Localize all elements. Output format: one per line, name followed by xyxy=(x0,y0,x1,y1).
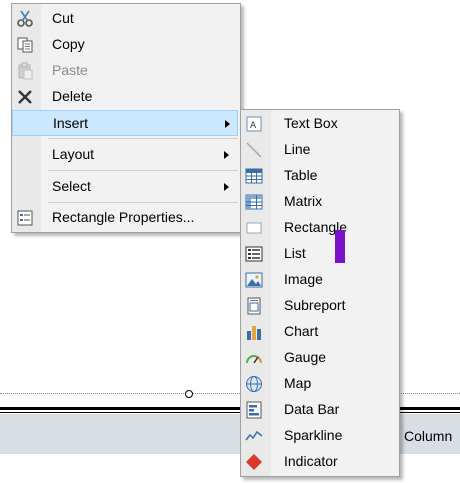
submenu-item-map[interactable]: Map xyxy=(241,371,397,397)
databar-icon xyxy=(243,399,265,421)
line-icon xyxy=(243,139,265,161)
menu-separator xyxy=(48,170,238,171)
menu-item-label: Indicator xyxy=(284,453,338,469)
submenu-item-text-box[interactable]: A Text Box xyxy=(241,111,397,137)
menu-item-label: Copy xyxy=(52,36,85,52)
menu-separator xyxy=(48,138,238,139)
submenu-item-sparkline[interactable]: Sparkline xyxy=(241,423,397,449)
submenu-item-gauge[interactable]: Gauge xyxy=(241,345,397,371)
menu-item-label: Table xyxy=(284,167,318,183)
matrix-icon xyxy=(243,191,265,213)
menu-item-label: Layout xyxy=(52,146,95,162)
list-icon xyxy=(243,243,265,265)
submenu-item-image[interactable]: Image xyxy=(241,267,397,293)
submenu-arrow-icon xyxy=(224,151,229,159)
menu-item-label: Image xyxy=(284,271,323,287)
selection-handle[interactable] xyxy=(185,390,193,398)
menu-item-label: Sparkline xyxy=(284,427,343,443)
menu-item-label: Data Bar xyxy=(284,401,340,417)
menu-item-label: Delete xyxy=(52,88,93,104)
properties-icon xyxy=(14,207,36,229)
menu-item-label: Subreport xyxy=(284,297,346,313)
menu-item-delete[interactable]: Delete xyxy=(12,84,238,110)
submenu-item-rectangle[interactable]: Rectangle xyxy=(241,215,397,241)
delete-icon xyxy=(14,86,36,108)
menu-separator xyxy=(48,202,238,203)
menu-item-label: Rectangle Properties... xyxy=(52,209,195,225)
menu-item-label: Chart xyxy=(284,323,319,339)
table-icon xyxy=(243,165,265,187)
menu-item-label: Select xyxy=(52,178,91,194)
chart-icon xyxy=(243,321,265,343)
context-menu: Cut Copy Paste Delete Insert Layout Sele… xyxy=(11,3,241,233)
menu-item-select[interactable]: Select xyxy=(12,174,238,200)
submenu-item-data-bar[interactable]: Data Bar xyxy=(241,397,397,423)
indicator-icon xyxy=(243,451,265,473)
submenu-item-subreport[interactable]: Subreport xyxy=(241,293,397,319)
submenu-item-table[interactable]: Table xyxy=(241,163,397,189)
rectangle-icon xyxy=(243,217,265,239)
copy-icon xyxy=(14,34,36,56)
subreport-icon xyxy=(243,295,265,317)
submenu-item-matrix[interactable]: Matrix xyxy=(241,189,397,215)
column-header-text: Column xyxy=(404,428,453,444)
menu-item-label: Paste xyxy=(52,62,88,78)
menu-item-cut[interactable]: Cut xyxy=(12,6,238,32)
svg-text:A: A xyxy=(250,121,257,131)
menu-item-label: Gauge xyxy=(284,349,327,365)
insert-submenu: A Text Box Line Table Matrix Rectangle L… xyxy=(240,109,400,477)
submenu-arrow-icon xyxy=(225,120,230,128)
sparkline-icon xyxy=(243,425,265,447)
submenu-item-line[interactable]: Line xyxy=(241,137,397,163)
paste-icon xyxy=(14,60,36,82)
menu-item-label: Insert xyxy=(53,115,89,131)
submenu-item-list[interactable]: List xyxy=(241,241,397,267)
menu-item-copy[interactable]: Copy xyxy=(12,32,238,58)
submenu-arrow-icon xyxy=(224,183,229,191)
image-icon xyxy=(243,269,265,291)
submenu-item-chart[interactable]: Chart xyxy=(241,319,397,345)
mouse-cursor-marker xyxy=(335,230,345,263)
menu-item-layout[interactable]: Layout xyxy=(12,142,238,168)
menu-item-insert[interactable]: Insert xyxy=(12,110,238,136)
map-icon xyxy=(243,373,265,395)
menu-item-rectangle-properties[interactable]: Rectangle Properties... xyxy=(12,205,238,231)
menu-item-paste[interactable]: Paste xyxy=(12,58,238,84)
menu-item-label: Cut xyxy=(52,10,74,26)
menu-item-label: Line xyxy=(284,141,311,157)
menu-item-label: Text Box xyxy=(284,115,338,131)
gauge-icon xyxy=(243,347,265,369)
menu-item-label: Map xyxy=(284,375,312,391)
menu-item-label: List xyxy=(284,245,306,261)
menu-item-label: Matrix xyxy=(284,193,323,209)
submenu-item-indicator[interactable]: Indicator xyxy=(241,449,397,475)
textbox-icon: A xyxy=(243,113,265,135)
scissors-icon xyxy=(14,8,36,30)
